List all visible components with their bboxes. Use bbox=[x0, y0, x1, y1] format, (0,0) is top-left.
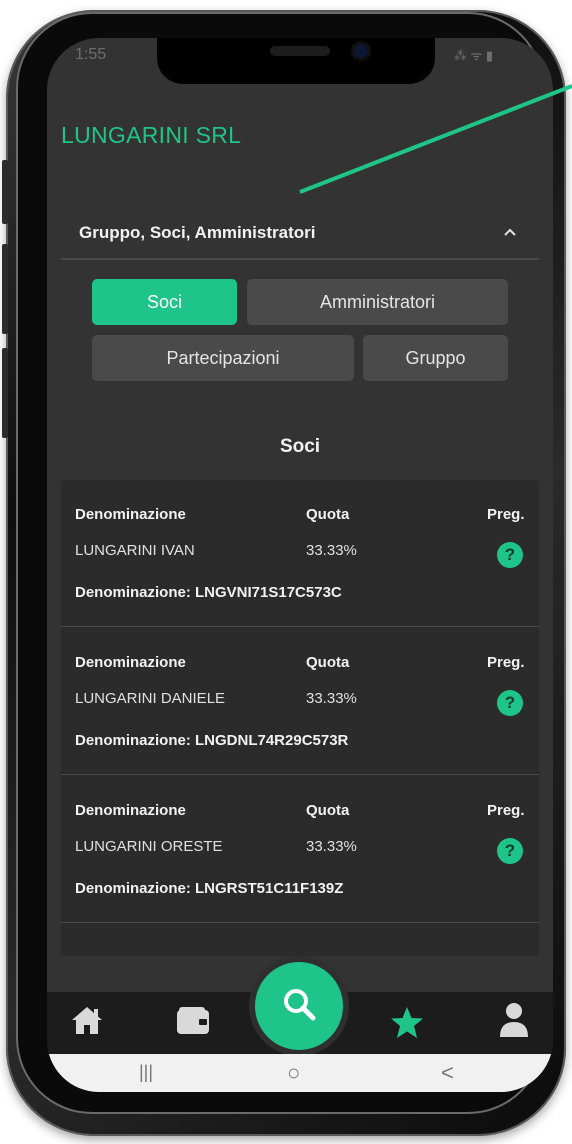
socio-card: Denominazione Quota Preg. LUNGARINI ORES… bbox=[61, 776, 539, 923]
chevron-up-icon[interactable] bbox=[503, 224, 517, 240]
socio-quota: 33.33% bbox=[306, 690, 357, 707]
question-mark-icon[interactable]: ? bbox=[497, 542, 523, 568]
volume-up-button bbox=[2, 160, 8, 224]
socio-fiscal-code: Denominazione: LNGDNL74R29C573R bbox=[75, 732, 349, 749]
socio-card: Denominazione Quota Preg. LUNGARINI DANI… bbox=[61, 628, 539, 775]
column-header-preg: Preg. bbox=[487, 654, 525, 671]
socio-fiscal-code: Denominazione: LNGRST51C11F139Z bbox=[75, 880, 344, 897]
socio-name: LUNGARINI IVAN bbox=[75, 542, 195, 559]
home-button[interactable]: ○ bbox=[287, 1060, 300, 1086]
question-mark-icon[interactable]: ? bbox=[497, 838, 523, 864]
question-mark-icon[interactable]: ? bbox=[497, 690, 523, 716]
back-button[interactable]: < bbox=[441, 1060, 454, 1086]
socio-quota: 33.33% bbox=[306, 838, 357, 855]
power-button bbox=[2, 348, 8, 438]
accordion-header[interactable]: Gruppo, Soci, Amministratori bbox=[61, 208, 539, 260]
system-navigation-bar: ||| ○ < bbox=[47, 1054, 553, 1092]
status-icons: ⁂ ᯤ ▮ bbox=[453, 48, 493, 63]
wallet-icon[interactable] bbox=[175, 1006, 211, 1041]
socio-name: LUNGARINI ORESTE bbox=[75, 838, 223, 855]
app-screen: 1:55 ⁂ ᯤ ▮ LUNGARINI SRL Gruppo, Soci, A… bbox=[47, 38, 553, 1092]
volume-down-button bbox=[2, 244, 8, 334]
tab-partecipazioni[interactable]: Partecipazioni bbox=[92, 335, 354, 381]
section-title: Soci bbox=[279, 436, 321, 457]
column-header-preg: Preg. bbox=[487, 506, 525, 523]
tab-amministratori[interactable]: Amministratori bbox=[247, 279, 508, 325]
column-header-quota: Quota bbox=[306, 802, 350, 819]
column-header-name: Denominazione bbox=[75, 506, 186, 523]
column-header-quota: Quota bbox=[306, 506, 350, 523]
home-icon[interactable] bbox=[69, 1004, 105, 1041]
socio-fiscal-code: Denominazione: LNGVNI71S17C573C bbox=[75, 584, 342, 601]
company-title: LUNGARINI SRL bbox=[61, 122, 242, 148]
front-camera bbox=[354, 44, 368, 58]
socio-name: LUNGARINI DANIELE bbox=[75, 690, 226, 707]
recent-apps-button[interactable]: ||| bbox=[139, 1062, 153, 1083]
search-icon bbox=[280, 985, 318, 1028]
column-header-name: Denominazione bbox=[75, 654, 186, 671]
speaker-grille bbox=[270, 46, 330, 56]
accordion-title: Gruppo, Soci, Amministratori bbox=[79, 223, 316, 242]
column-header-preg: Preg. bbox=[487, 802, 525, 819]
search-button[interactable] bbox=[255, 962, 343, 1050]
tab-soci[interactable]: Soci bbox=[92, 279, 237, 325]
tab-gruppo[interactable]: Gruppo bbox=[363, 335, 508, 381]
star-icon[interactable] bbox=[389, 1006, 425, 1045]
column-header-quota: Quota bbox=[306, 654, 350, 671]
socio-card: Denominazione Quota Preg. LUNGARINI IVAN… bbox=[61, 480, 539, 627]
camera-notch bbox=[157, 38, 435, 84]
socio-quota: 33.33% bbox=[306, 542, 357, 559]
status-time: 1:55 bbox=[75, 46, 107, 63]
soci-list: Denominazione Quota Preg. LUNGARINI IVAN… bbox=[61, 480, 539, 956]
column-header-name: Denominazione bbox=[75, 802, 186, 819]
user-icon[interactable] bbox=[499, 1002, 529, 1043]
